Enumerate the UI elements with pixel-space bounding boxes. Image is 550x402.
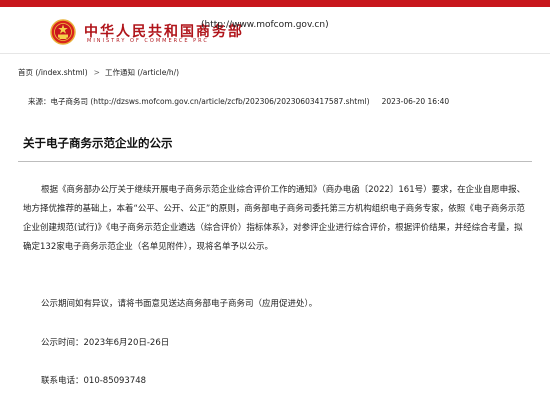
publish-date: 2023-06-20 16:40: [381, 97, 450, 106]
article-body: 根据《商务部办公厅关于继续开展电子商务示范企业综合评价工作的通知》（商办电函〔2…: [23, 181, 528, 257]
site-header: 中华人民共和国商务部 (http://www.mofcom.gov.cn) MI…: [0, 7, 550, 53]
national-emblem-icon[interactable]: [50, 19, 76, 45]
header-divider: [0, 53, 550, 54]
breadcrumb-section-link[interactable]: 工作通知 (/article/h/): [105, 68, 179, 77]
contact-phone: 联系电话：010-85093748: [41, 376, 147, 386]
title-divider: [18, 161, 532, 162]
paragraph-1: 根据《商务部办公厅关于继续开展电子商务示范企业综合评价工作的通知》（商办电函〔2…: [23, 185, 526, 252]
publicity-period: 公示时间：2023年6月20日-26日: [41, 338, 170, 348]
site-url-link[interactable]: (http://www.mofcom.gov.cn): [201, 20, 329, 30]
site-english-name: MINISTRY OF COMMERCE PRC: [87, 38, 209, 44]
breadcrumb: 首页 (/index.shtml) > 工作通知 (/article/h/): [18, 67, 179, 78]
article-title: 关于电子商务示范企业的公示: [23, 136, 173, 150]
source-link[interactable]: 来源：电子商务司 (http://dzsws.mofcom.gov.cn/art…: [28, 97, 370, 106]
paragraph-2: 公示期间如有异议，请将书面意见送达商务部电子商务司（应用促进处）。: [41, 299, 318, 309]
top-brand-bar: [0, 0, 550, 7]
source-line: 来源：电子商务司 (http://dzsws.mofcom.gov.cn/art…: [28, 96, 449, 107]
breadcrumb-separator: >: [93, 68, 100, 77]
breadcrumb-home-link[interactable]: 首页 (/index.shtml): [18, 68, 88, 77]
